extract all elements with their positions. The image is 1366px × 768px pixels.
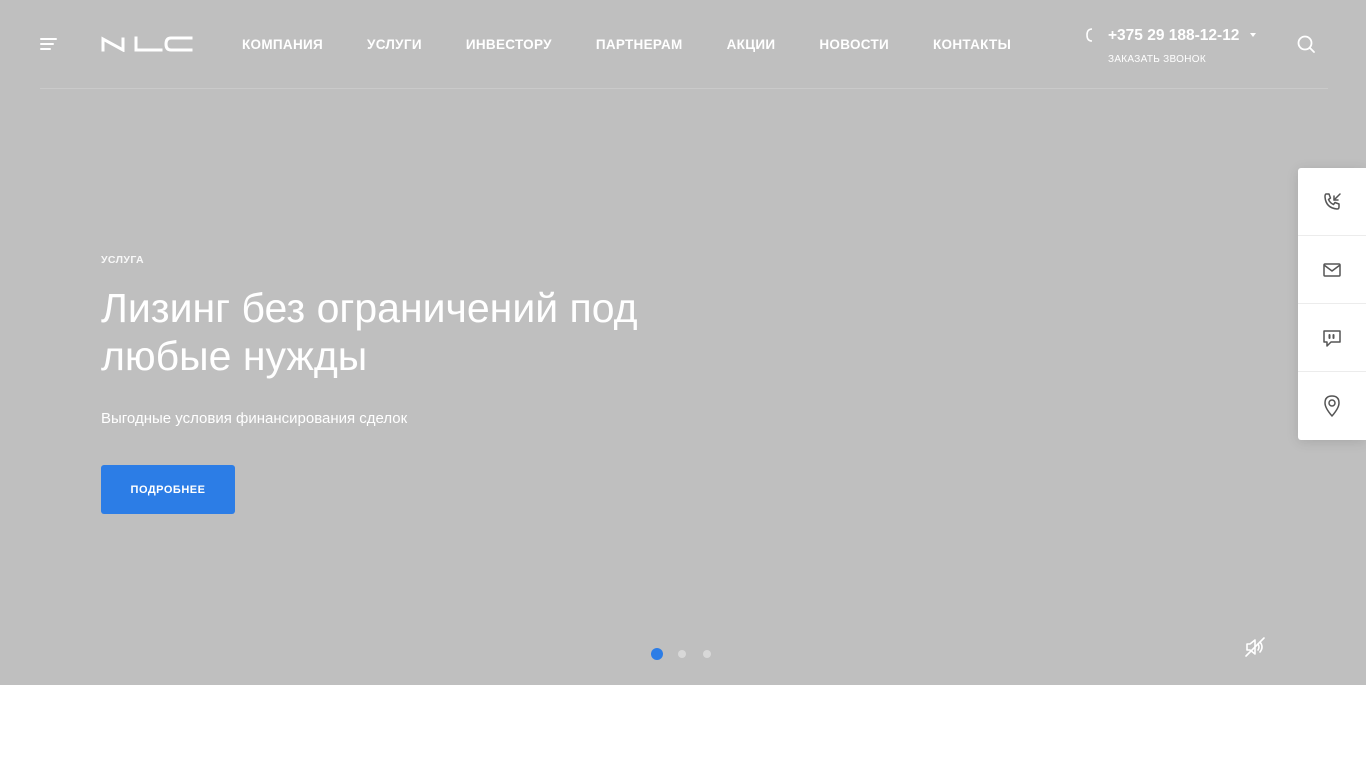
nav-item-promotions[interactable]: АКЦИИ	[705, 37, 798, 52]
slide-title: Лизинг без ограничений под любые нужды	[101, 284, 741, 380]
site-header: КОМПАНИЯ УСЛУГИ ИНВЕСТОРУ ПАРТНЕРАМ АКЦИ…	[0, 0, 1366, 88]
more-button[interactable]: ПОДРОБНЕЕ	[101, 465, 235, 514]
phone-number[interactable]: +375 29 188-12-12	[1108, 27, 1239, 45]
quick-contact-panel	[1298, 168, 1366, 440]
nav-item-news[interactable]: НОВОСТИ	[797, 37, 911, 52]
slide-title-line-1: Лизинг без ограничений под	[101, 285, 638, 331]
nav-item-company[interactable]: КОМПАНИЯ	[220, 37, 345, 52]
search-icon[interactable]	[1296, 34, 1316, 54]
burger-menu-icon[interactable]	[40, 38, 57, 50]
main-nav: КОМПАНИЯ УСЛУГИ ИНВЕСТОРУ ПАРТНЕРАМ АКЦИ…	[220, 0, 1033, 88]
slider-pagination	[651, 648, 728, 660]
nav-item-investor[interactable]: ИНВЕСТОРУ	[444, 37, 574, 52]
request-callback-link[interactable]: ЗАКАЗАТЬ ЗВОНОК	[1108, 54, 1206, 65]
slider-dot-3[interactable]	[703, 650, 711, 658]
slide-content: УСЛУГА Лизинг без ограничений под любые …	[101, 254, 741, 427]
phone-icon	[1086, 28, 1093, 42]
side-item-chat[interactable]	[1298, 304, 1366, 372]
hero-slider: КОМПАНИЯ УСЛУГИ ИНВЕСТОРУ ПАРТНЕРАМ АКЦИ…	[0, 0, 1366, 685]
chevron-down-icon[interactable]	[1250, 33, 1256, 37]
slide-subtitle: Выгодные условия финансирования сделок	[101, 410, 408, 427]
slider-dot-1[interactable]	[651, 648, 663, 660]
header-divider	[40, 88, 1328, 89]
phone-incoming-icon	[1324, 192, 1341, 210]
page-content-area	[0, 685, 1366, 768]
nlc-logo[interactable]	[101, 36, 193, 52]
side-item-callback[interactable]	[1298, 168, 1366, 236]
nav-item-partners[interactable]: ПАРТНЕРАМ	[574, 37, 705, 52]
side-item-email[interactable]	[1298, 236, 1366, 304]
location-pin-icon	[1324, 395, 1340, 417]
phone-block: +375 29 188-12-12 ЗАКАЗАТЬ ЗВОНОК	[1084, 26, 1274, 70]
chat-quote-icon	[1323, 329, 1341, 347]
mail-icon	[1323, 262, 1341, 277]
sound-off-icon[interactable]	[1243, 635, 1267, 659]
nav-item-contacts[interactable]: КОНТАКТЫ	[911, 37, 1033, 52]
slide-label: УСЛУГА	[101, 254, 145, 266]
nav-item-services[interactable]: УСЛУГИ	[345, 37, 444, 52]
slider-dot-2[interactable]	[678, 650, 686, 658]
side-item-location[interactable]	[1298, 372, 1366, 440]
slide-title-line-2: любые нужды	[101, 333, 368, 379]
